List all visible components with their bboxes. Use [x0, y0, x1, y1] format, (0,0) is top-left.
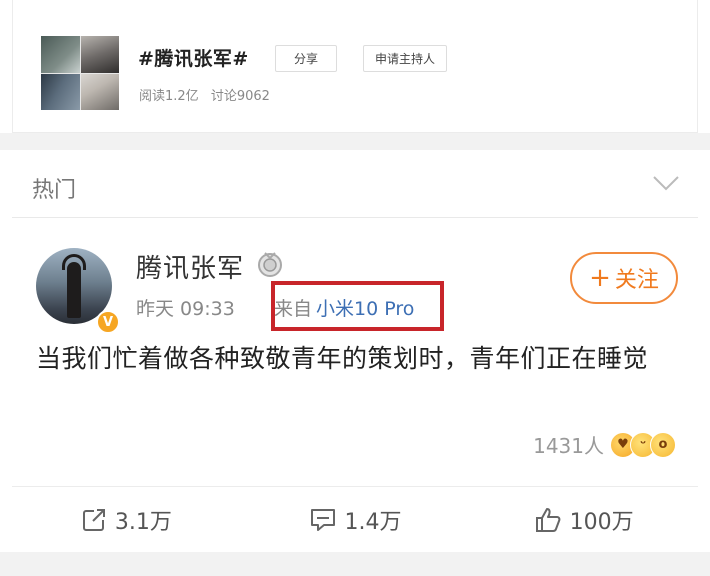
topic-stats: 阅读1.2亿 讨论9062: [139, 85, 278, 104]
hot-section-label: 热门: [32, 178, 77, 203]
topic-reads: 阅读1.2亿: [139, 89, 199, 104]
follow-label: 关注: [614, 268, 659, 293]
post-time: 昨天 09:33: [136, 298, 235, 320]
comment-button[interactable]: 1.4万: [241, 487, 470, 552]
topic-title: #腾讯张军#: [138, 48, 249, 70]
thumbnail-cell: [80, 73, 119, 110]
thumbnail-cell: [41, 36, 80, 73]
like-count: 100万: [569, 509, 634, 535]
like-button[interactable]: 100万: [469, 487, 698, 552]
chevron-down-icon[interactable]: [652, 174, 680, 192]
avatar-figure: [67, 262, 81, 318]
repost-button[interactable]: 3.1万: [12, 487, 241, 552]
thumbnail-cell: [41, 73, 80, 110]
highlight-annotation-box: [271, 281, 444, 331]
thumbnail-cell: [80, 36, 119, 73]
repost-icon: [82, 508, 105, 531]
surprised-emoji-icon: o: [650, 431, 676, 458]
post-text: 当我们忙着做各种致敬青年的策划时，青年们正在睡觉: [36, 344, 649, 373]
comment-icon: [310, 508, 335, 531]
medal-icon[interactable]: [256, 250, 284, 278]
reactions-summary[interactable]: 1431人 ♥ ᵕ o: [533, 430, 676, 459]
like-icon: [535, 507, 561, 532]
follow-button[interactable]: + 关注: [570, 252, 678, 304]
post-actions-bar: 3.1万 1.4万 100万: [12, 487, 698, 552]
topic-discussions: 讨论9062: [210, 89, 270, 104]
hot-section-header: 热门: [12, 150, 698, 218]
topic-card: #腾讯张军# 阅读1.2亿 讨论9062 分享 申请主持人: [12, 0, 698, 133]
plus-icon: +: [589, 263, 611, 293]
section-divider: [0, 552, 710, 576]
comment-count: 1.4万: [344, 509, 402, 535]
reaction-count: 1431人: [533, 434, 604, 458]
verified-badge-icon: V: [96, 310, 120, 334]
post-username[interactable]: 腾讯张军: [136, 248, 244, 285]
repost-count: 3.1万: [114, 509, 172, 535]
apply-host-button[interactable]: 申请主持人: [363, 45, 447, 72]
section-divider: [0, 133, 710, 150]
share-button[interactable]: 分享: [275, 45, 337, 72]
topic-thumbnail[interactable]: [41, 36, 119, 110]
